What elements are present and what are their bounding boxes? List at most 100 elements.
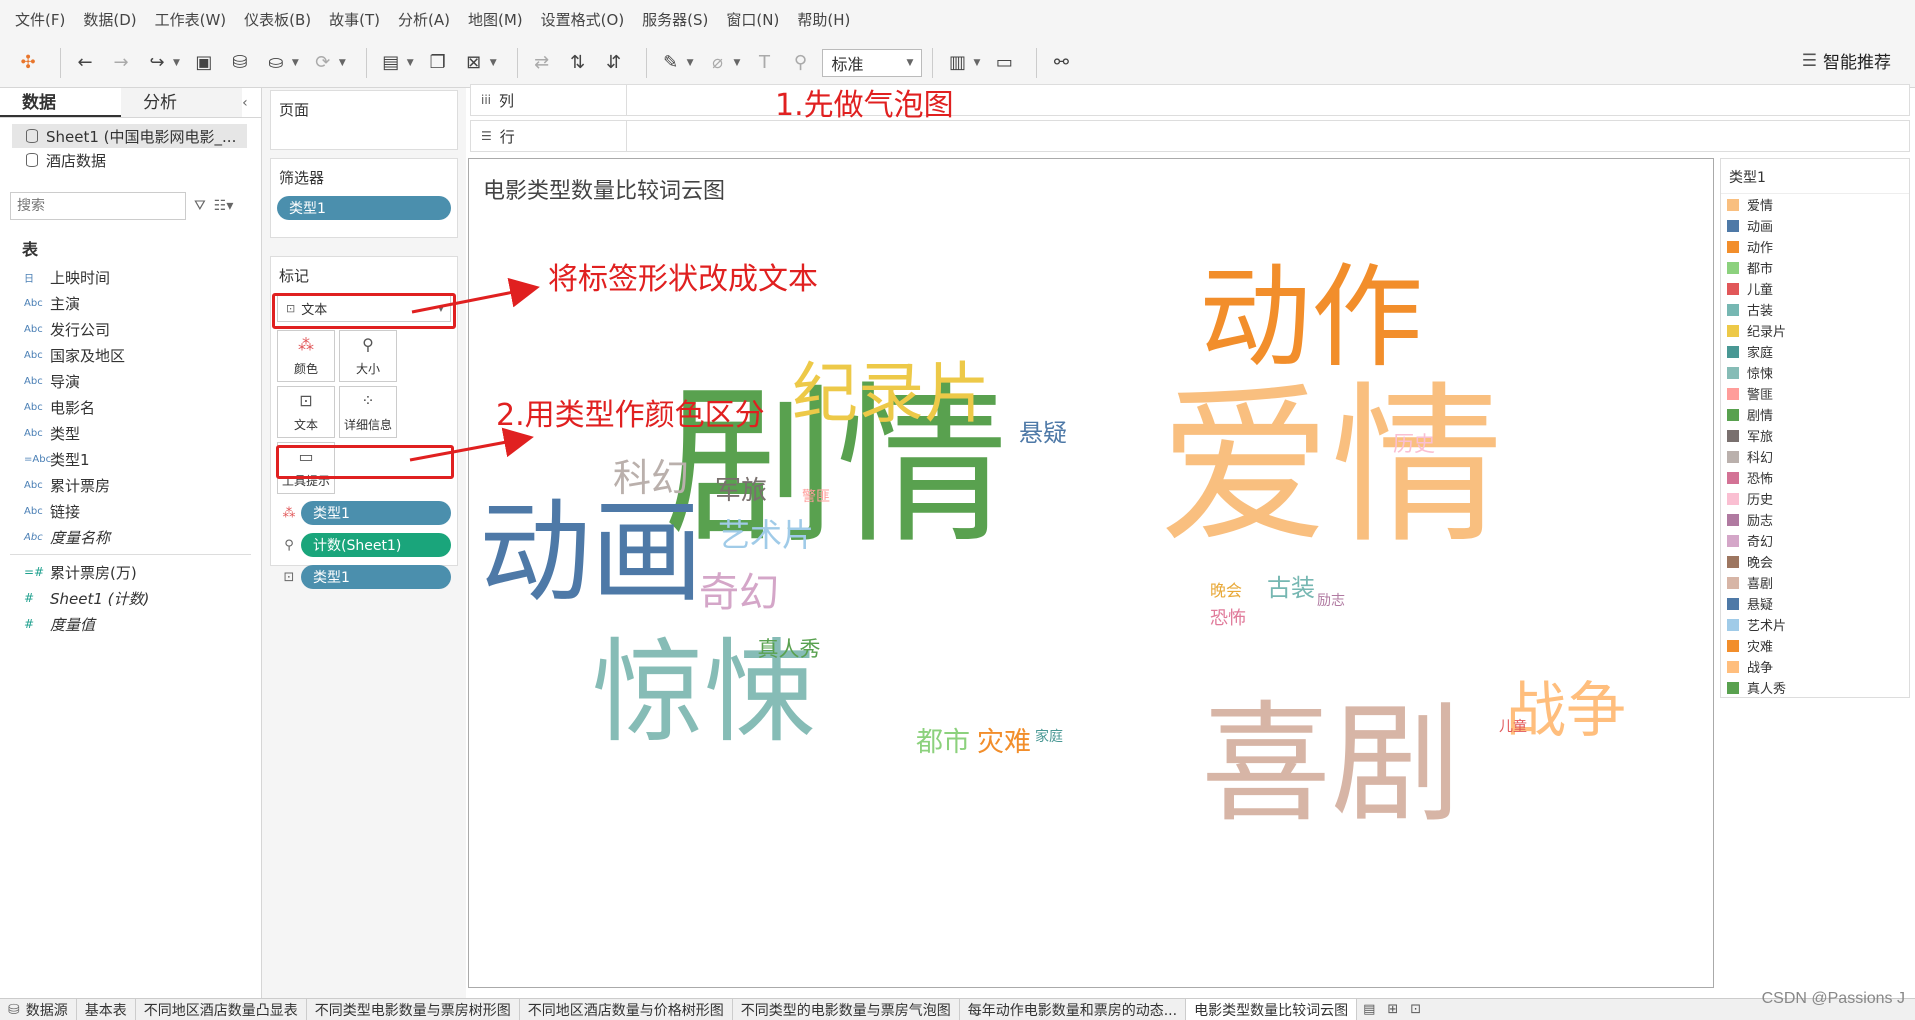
fit-select[interactable]: 标准 ▼ — [822, 48, 923, 77]
cloud-word[interactable]: 喜剧 — [1201, 688, 1461, 840]
menu-item[interactable]: 仪表板(B) — [235, 9, 320, 30]
cloud-word[interactable]: 战争 — [1506, 676, 1626, 746]
columns-shelf[interactable]: iii 列 — [470, 84, 1910, 116]
new-sheet-icon[interactable]: ▤ — [377, 49, 405, 77]
menu-item[interactable]: 地图(M) — [459, 9, 532, 30]
redo-icon[interactable]: → — [107, 49, 135, 77]
cloud-word[interactable]: 儿童 — [1499, 718, 1527, 735]
sort-ascending-icon[interactable]: ⇅ — [564, 49, 592, 77]
chevron-down-icon[interactable]: ▼ — [734, 58, 741, 68]
cloud-word[interactable]: 古装 — [1267, 574, 1315, 602]
cloud-word[interactable]: 动作 — [1199, 253, 1423, 383]
measure-item[interactable]: # 度量值 — [0, 611, 261, 637]
chevron-down-icon[interactable]: ▼ — [407, 58, 414, 68]
cloud-word[interactable]: 军旅 — [715, 476, 767, 506]
cloud-word[interactable]: 励志 — [1317, 593, 1345, 609]
sheet-tab[interactable]: 不同地区酒店数量凸显表 — [136, 998, 307, 1020]
datasource-hotel[interactable]: 酒店数据 — [0, 148, 261, 172]
chevron-down-icon[interactable]: ▼ — [173, 58, 180, 68]
sheet-tab[interactable]: 不同地区酒店数量与价格树形图 — [520, 998, 733, 1020]
cloud-word[interactable]: 家庭 — [1035, 728, 1063, 745]
datasource-tab[interactable]: ⛁ 数据源 — [0, 998, 77, 1020]
cloud-word[interactable]: 纪录片 — [792, 355, 990, 432]
pause-datasource-icon[interactable]: ⛀ — [262, 49, 290, 77]
text-icon[interactable]: ⊡ — [277, 570, 301, 585]
legend-item[interactable]: 科幻 — [1721, 446, 1909, 467]
field-item[interactable]: Abc 发行公司 — [0, 316, 261, 342]
size-icon[interactable]: ⚲ — [277, 538, 301, 553]
field-item[interactable]: Abc 国家及地区 — [0, 342, 261, 368]
field-item[interactable]: =Abc 类型1 — [0, 446, 261, 472]
legend-item[interactable]: 悬疑 — [1721, 593, 1909, 614]
legend-item[interactable]: 真人秀 — [1721, 677, 1909, 698]
tab-data[interactable]: 数据 — [0, 88, 122, 117]
tableau-logo-icon[interactable]: ✣ — [14, 49, 42, 77]
collapse-icon[interactable]: ‹ — [242, 88, 261, 117]
sheet-tab[interactable]: 不同类型电影数量与票房树形图 — [307, 998, 520, 1020]
clear-sheet-icon[interactable]: ⊠ — [460, 49, 488, 77]
rows-shelf[interactable]: ☰ 行 — [470, 120, 1910, 152]
search-input[interactable] — [10, 192, 186, 220]
menu-item[interactable]: 帮助(H) — [788, 9, 859, 30]
field-item[interactable]: Abc 度量名称 — [0, 524, 261, 550]
view-options-icon[interactable]: ☷▾ — [214, 198, 234, 214]
legend-item[interactable]: 家庭 — [1721, 341, 1909, 362]
legend-item[interactable]: 晚会 — [1721, 551, 1909, 572]
cloud-word[interactable]: 都市 — [916, 727, 970, 758]
legend-item[interactable]: 艺术片 — [1721, 614, 1909, 635]
share-icon[interactable]: ⚯ — [1047, 49, 1075, 77]
legend-item[interactable]: 爱情 — [1721, 194, 1909, 215]
redirect-icon[interactable]: ↪ — [143, 49, 171, 77]
field-item[interactable]: Abc 累计票房 — [0, 472, 261, 498]
duplicate-sheet-icon[interactable]: ❐ — [424, 49, 452, 77]
legend-item[interactable]: 励志 — [1721, 509, 1909, 530]
menu-item[interactable]: 故事(T) — [320, 9, 389, 30]
pin-icon[interactable]: ⚲ — [786, 49, 814, 77]
menu-item[interactable]: 工作表(W) — [146, 9, 236, 30]
menu-item[interactable]: 设置格式(O) — [532, 9, 634, 30]
datasource-sheet1[interactable]: Sheet1 (中国电影网电影_... — [12, 124, 247, 148]
tab-analysis[interactable]: 分析 — [121, 88, 243, 117]
cloud-word[interactable]: 动画 — [479, 488, 703, 618]
new-worksheet-icon[interactable]: ▤ — [1357, 1002, 1381, 1017]
chevron-down-icon[interactable]: ▼ — [687, 58, 694, 68]
filter-pill[interactable]: 类型1 — [277, 196, 451, 220]
measure-item[interactable]: =# 累计票房(万) — [0, 559, 261, 585]
field-item[interactable]: 日 上映时间 — [0, 264, 261, 290]
legend-item[interactable]: 历史 — [1721, 488, 1909, 509]
legend-item[interactable]: 剧情 — [1721, 404, 1909, 425]
cloud-word[interactable]: 科幻 — [613, 456, 689, 500]
cloud-word[interactable]: 晚会 — [1210, 581, 1242, 600]
show-cards-icon[interactable]: ▥ — [943, 49, 971, 77]
field-item[interactable]: Abc 类型 — [0, 420, 261, 446]
cloud-word[interactable]: 艺术片 — [718, 516, 814, 554]
cloud-word[interactable]: 悬疑 — [1019, 419, 1067, 447]
field-item[interactable]: Abc 链接 — [0, 498, 261, 524]
pages-card[interactable]: 页面 — [270, 90, 458, 150]
presentation-icon[interactable]: ▭ — [990, 49, 1018, 77]
new-story-icon[interactable]: ⊡ — [1404, 1002, 1427, 1017]
filters-card[interactable]: 筛选器 类型1 — [270, 158, 458, 238]
new-datasource-icon[interactable]: ⛁ — [226, 49, 254, 77]
group-icon[interactable]: ⌀ — [704, 49, 732, 77]
legend-item[interactable]: 恐怖 — [1721, 467, 1909, 488]
measure-item[interactable]: # Sheet1 (计数) — [0, 585, 261, 611]
cloud-word[interactable]: 恐怖 — [1210, 608, 1246, 629]
swap-icon[interactable]: ⇄ — [528, 49, 556, 77]
refresh-icon[interactable]: ⟳ — [309, 49, 337, 77]
filter-icon[interactable]: ⛛ — [194, 198, 206, 214]
detail-button[interactable]: ⁘ 详细信息 — [339, 386, 397, 438]
cloud-word[interactable]: 爱情 — [1159, 366, 1503, 567]
cloud-word[interactable]: 灾难 — [977, 727, 1031, 758]
mark-field-pill[interactable]: 计数(Sheet1) — [301, 533, 451, 557]
smart-recommend-button[interactable]: ☰ 智能推荐 — [1802, 48, 1891, 74]
menu-item[interactable]: 服务器(S) — [633, 9, 717, 30]
new-dashboard-icon[interactable]: ⊞ — [1381, 1002, 1404, 1017]
field-item[interactable]: Abc 电影名 — [0, 394, 261, 420]
menu-item[interactable]: 分析(A) — [389, 9, 459, 30]
menu-item[interactable]: 窗口(N) — [717, 9, 788, 30]
chevron-down-icon[interactable]: ▼ — [339, 58, 346, 68]
legend-item[interactable]: 喜剧 — [1721, 572, 1909, 593]
legend-item[interactable]: 惊悚 — [1721, 362, 1909, 383]
legend-item[interactable]: 奇幻 — [1721, 530, 1909, 551]
